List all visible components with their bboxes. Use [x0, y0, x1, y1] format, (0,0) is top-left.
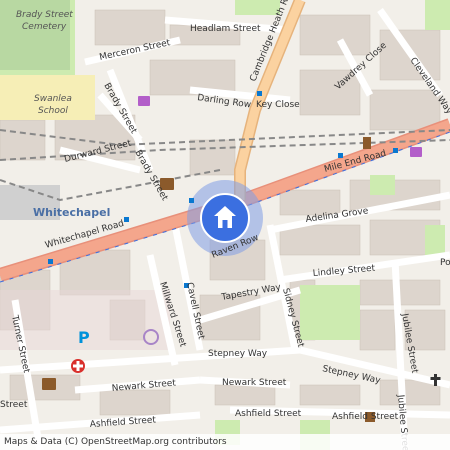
label-ashfield-street-2: Ashfield Street	[332, 412, 399, 422]
label-headlam-street: Headlam Street	[190, 24, 261, 34]
label-street-cut: Street	[0, 400, 28, 410]
library-icon-south[interactable]	[42, 378, 56, 390]
label-key-close: Key Close	[256, 100, 300, 110]
shop-icon[interactable]	[410, 147, 422, 157]
label-brady-cemetery-2: Cemetery	[22, 22, 67, 32]
shopping-cart-icon[interactable]	[138, 96, 150, 106]
label-swanlea-1: Swanlea	[34, 94, 72, 104]
label-ashfield-street: Ashfield Street	[235, 409, 302, 419]
label-po-cut: Po	[440, 258, 450, 268]
label-whitechapel: Whitechapel	[33, 206, 110, 219]
map-canvas[interactable]: Brady Street Cemetery Merceron Street He…	[0, 0, 450, 450]
monument-icon[interactable]	[363, 137, 371, 149]
hospital-icon[interactable]	[71, 359, 85, 373]
label-brady-cemetery-1: Brady Street	[16, 10, 73, 20]
parking-label: P	[78, 328, 90, 347]
label-swanlea-2: School	[38, 106, 68, 116]
label-stepney-way: Stepney Way	[208, 349, 268, 359]
label-newark-street-2: Newark Street	[222, 378, 287, 388]
map-svg[interactable]: Brady Street Cemetery Merceron Street He…	[0, 0, 450, 450]
map-attribution: Maps & Data (C) OpenStreetMap.org contri…	[0, 434, 450, 450]
